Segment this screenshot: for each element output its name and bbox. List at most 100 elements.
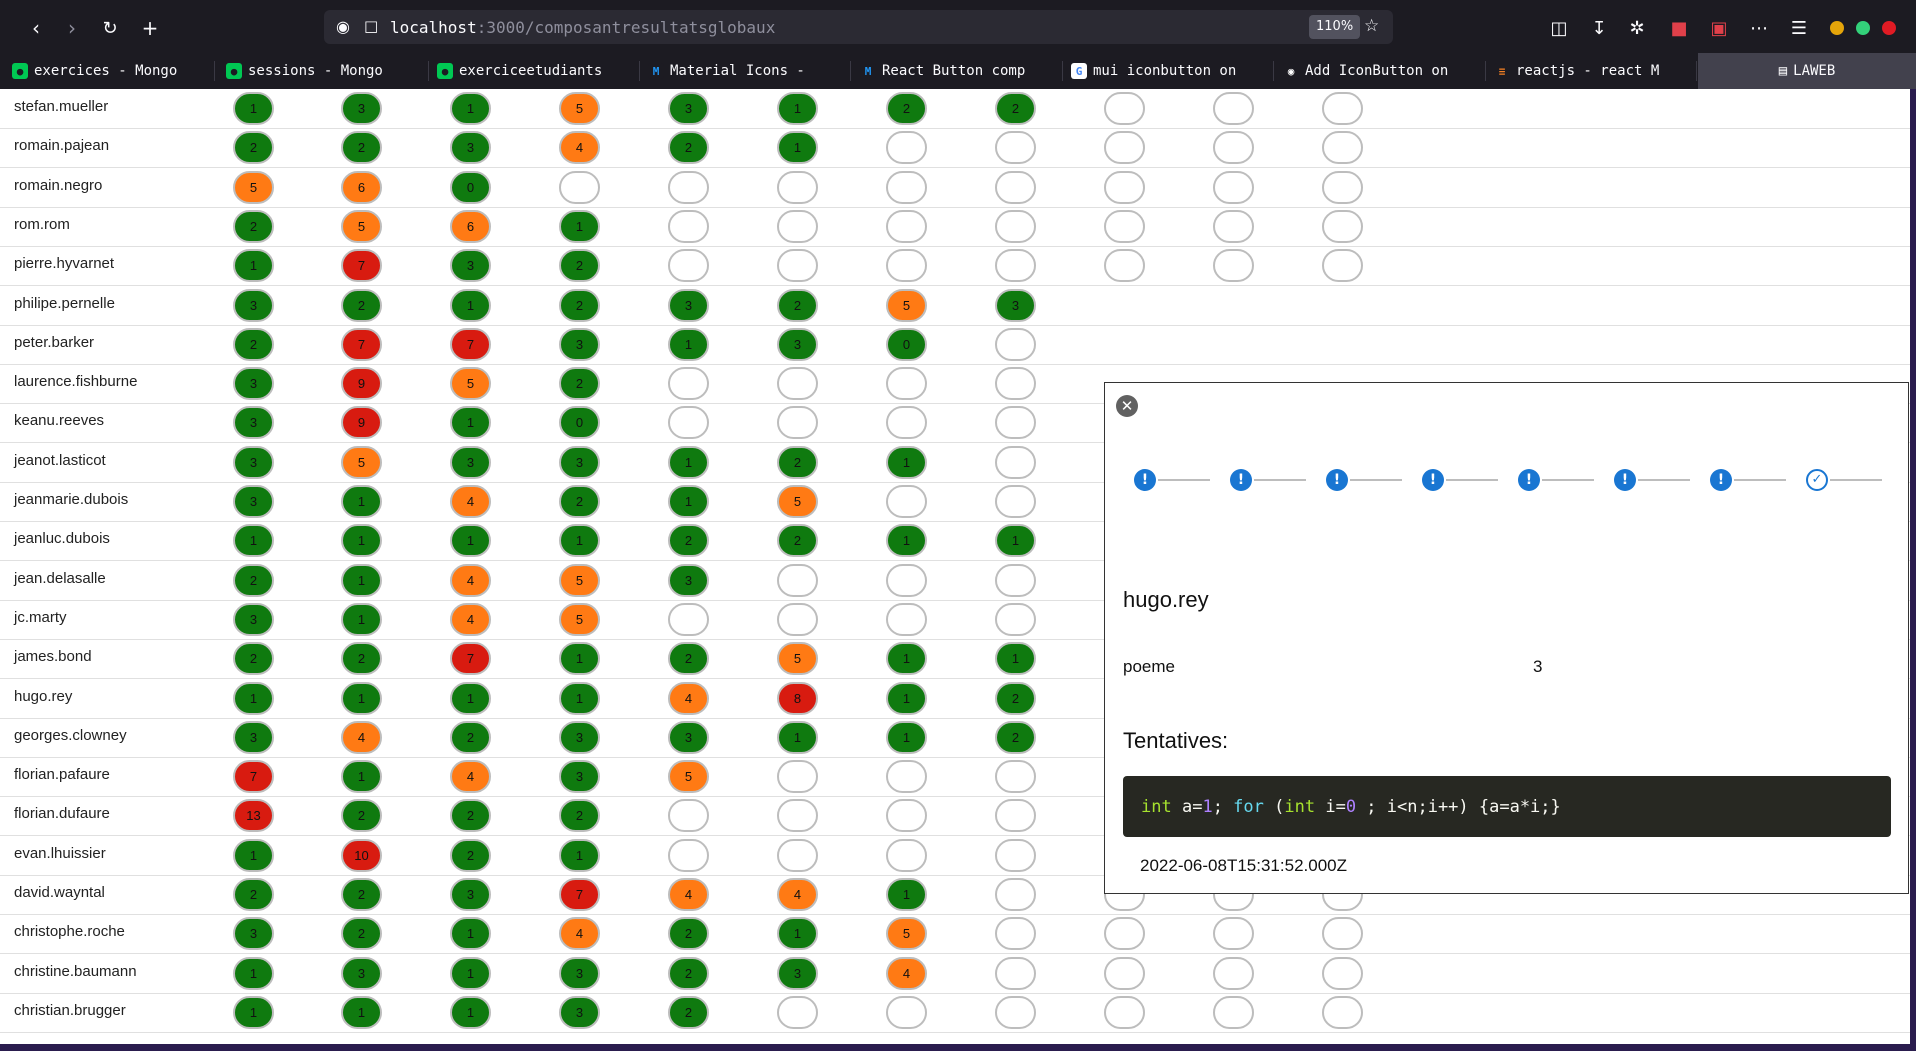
- score-bubble[interactable]: 3: [450, 445, 491, 479]
- empty-score-bubble[interactable]: [995, 485, 1036, 518]
- url-text[interactable]: localhost:3000/composantresultatsglobaux: [390, 18, 775, 37]
- empty-score-bubble[interactable]: [995, 563, 1036, 597]
- score-bubble[interactable]: 3: [233, 917, 274, 951]
- score-bubble[interactable]: 1: [886, 720, 927, 754]
- score-bubble[interactable]: 3: [233, 367, 274, 401]
- empty-score-bubble[interactable]: [995, 249, 1036, 283]
- empty-score-bubble[interactable]: [886, 563, 927, 597]
- score-bubble[interactable]: 5: [341, 209, 382, 243]
- empty-score-bubble[interactable]: [886, 170, 927, 204]
- check-circle-icon[interactable]: ✓: [1806, 469, 1828, 491]
- score-bubble[interactable]: 5: [886, 917, 927, 951]
- empty-score-bubble[interactable]: [1104, 92, 1145, 125]
- empty-score-bubble[interactable]: [668, 602, 709, 636]
- url-bar[interactable]: ◉ □ localhost:3000/composantresultatsglo…: [324, 10, 1393, 44]
- student-name-cell[interactable]: hugo.rey: [14, 688, 72, 705]
- empty-score-bubble[interactable]: [886, 249, 927, 283]
- empty-score-bubble[interactable]: [1104, 170, 1145, 204]
- empty-score-bubble[interactable]: [886, 602, 927, 636]
- score-bubble[interactable]: 1: [450, 995, 491, 1029]
- student-name-cell[interactable]: georges.clowney: [14, 727, 127, 744]
- score-bubble[interactable]: 2: [341, 288, 382, 322]
- score-bubble[interactable]: 1: [233, 995, 274, 1029]
- empty-score-bubble[interactable]: [886, 995, 927, 1029]
- empty-score-bubble[interactable]: [1322, 131, 1363, 165]
- score-bubble[interactable]: 2: [450, 720, 491, 754]
- empty-score-bubble[interactable]: [995, 367, 1036, 401]
- score-bubble[interactable]: 2: [341, 642, 382, 676]
- score-bubble[interactable]: 9: [341, 406, 382, 440]
- student-name-cell[interactable]: keanu.reeves: [14, 412, 104, 429]
- score-bubble[interactable]: 3: [559, 445, 600, 479]
- empty-score-bubble[interactable]: [995, 445, 1036, 479]
- score-bubble[interactable]: 1: [341, 995, 382, 1029]
- score-bubble[interactable]: 2: [995, 720, 1036, 754]
- empty-score-bubble[interactable]: [1104, 131, 1145, 165]
- empty-score-bubble[interactable]: [1322, 917, 1363, 951]
- empty-score-bubble[interactable]: [886, 838, 927, 872]
- score-bubble[interactable]: 1: [341, 602, 382, 636]
- score-bubble[interactable]: 2: [995, 92, 1036, 125]
- student-name-cell[interactable]: laurence.fishburne: [14, 373, 137, 390]
- score-bubble[interactable]: 1: [341, 760, 382, 794]
- score-bubble[interactable]: 3: [233, 602, 274, 636]
- score-bubble[interactable]: 3: [233, 445, 274, 479]
- score-bubble[interactable]: 4: [450, 485, 491, 518]
- score-bubble[interactable]: 1: [341, 681, 382, 715]
- empty-score-bubble[interactable]: [1213, 92, 1254, 125]
- score-bubble[interactable]: 1: [341, 563, 382, 597]
- new-tab-icon[interactable]: +: [136, 14, 164, 42]
- score-bubble[interactable]: 1: [995, 524, 1036, 558]
- extension-icon[interactable]: ✲: [1624, 15, 1650, 41]
- score-bubble[interactable]: 3: [341, 956, 382, 990]
- empty-score-bubble[interactable]: [995, 327, 1036, 361]
- score-bubble[interactable]: 1: [559, 838, 600, 872]
- score-bubble[interactable]: 2: [559, 249, 600, 283]
- score-bubble[interactable]: 2: [559, 367, 600, 401]
- empty-score-bubble[interactable]: [668, 170, 709, 204]
- tab-laweb[interactable]: ▤ LAWEB: [1698, 53, 1916, 89]
- empty-score-bubble[interactable]: [777, 760, 818, 794]
- score-bubble[interactable]: 6: [341, 170, 382, 204]
- student-name-cell[interactable]: romain.pajean: [14, 137, 109, 154]
- browser-tab[interactable]: ● exercices - Mongo: [12, 53, 202, 89]
- score-bubble[interactable]: 1: [559, 681, 600, 715]
- empty-score-bubble[interactable]: [886, 799, 927, 833]
- empty-score-bubble[interactable]: [668, 406, 709, 440]
- empty-score-bubble[interactable]: [1322, 956, 1363, 990]
- browser-tab[interactable]: Gmui iconbutton on: [1071, 53, 1261, 89]
- empty-score-bubble[interactable]: [1213, 131, 1254, 165]
- error-circle-icon[interactable]: !: [1326, 469, 1348, 491]
- empty-score-bubble[interactable]: [995, 878, 1036, 911]
- score-bubble[interactable]: 7: [450, 327, 491, 361]
- score-bubble[interactable]: 1: [995, 642, 1036, 676]
- maximize-window-icon[interactable]: [1856, 21, 1870, 35]
- empty-score-bubble[interactable]: [668, 799, 709, 833]
- error-circle-icon[interactable]: !: [1422, 469, 1444, 491]
- score-bubble[interactable]: 3: [450, 249, 491, 283]
- score-bubble[interactable]: 2: [668, 995, 709, 1029]
- score-bubble[interactable]: 3: [233, 288, 274, 322]
- score-bubble[interactable]: 1: [886, 681, 927, 715]
- score-bubble[interactable]: 4: [668, 681, 709, 715]
- empty-score-bubble[interactable]: [1104, 956, 1145, 990]
- empty-score-bubble[interactable]: [995, 956, 1036, 990]
- score-bubble[interactable]: 5: [777, 485, 818, 518]
- score-bubble[interactable]: 13: [233, 799, 274, 833]
- student-name-cell[interactable]: peter.barker: [14, 334, 94, 351]
- empty-score-bubble[interactable]: [777, 799, 818, 833]
- score-bubble[interactable]: 2: [233, 209, 274, 243]
- score-bubble[interactable]: 2: [233, 563, 274, 597]
- score-bubble[interactable]: 5: [559, 563, 600, 597]
- empty-score-bubble[interactable]: [777, 563, 818, 597]
- empty-score-bubble[interactable]: [1322, 995, 1363, 1029]
- score-bubble[interactable]: 5: [668, 760, 709, 794]
- score-bubble[interactable]: 3: [341, 92, 382, 125]
- score-bubble[interactable]: 2: [777, 288, 818, 322]
- score-bubble[interactable]: 1: [233, 249, 274, 283]
- student-name-cell[interactable]: christophe.roche: [14, 923, 125, 940]
- score-bubble[interactable]: 5: [559, 602, 600, 636]
- score-bubble[interactable]: 1: [341, 485, 382, 518]
- score-bubble[interactable]: 3: [668, 288, 709, 322]
- score-bubble[interactable]: 2: [233, 878, 274, 911]
